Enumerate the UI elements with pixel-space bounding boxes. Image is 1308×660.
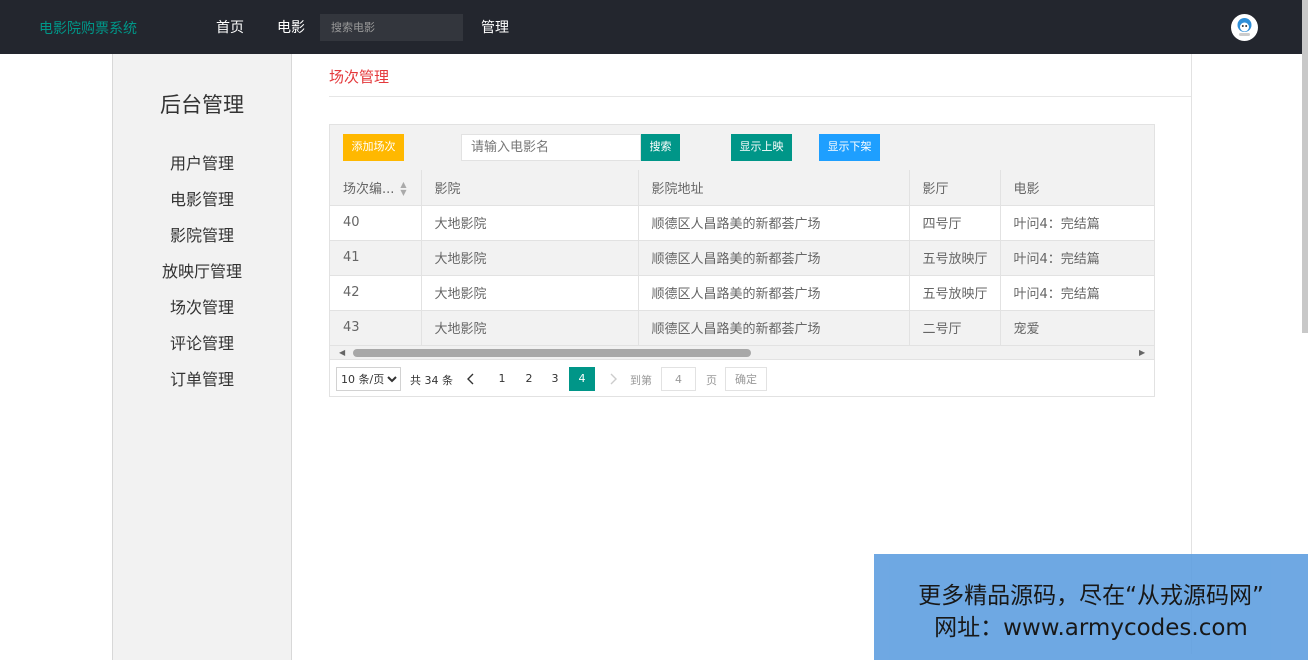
goto-confirm-button[interactable]: 确定: [725, 367, 767, 391]
show-on-screen-button[interactable]: 显示上映: [731, 134, 792, 161]
cell-session-id: 41: [330, 240, 422, 276]
cell-address: 顺德区人昌路美的新都荟广场: [638, 310, 910, 346]
watermark-line-1: 更多精品源码，尽在“从戎源码网”: [918, 583, 1264, 609]
cell-hall: 五号放映厅: [909, 240, 1001, 276]
nav-movies-link[interactable]: 电影: [277, 17, 305, 37]
column-header-cinema: 影院: [421, 170, 639, 206]
avatar-icon: [1231, 14, 1258, 41]
cell-movie: 叶问4：完结篇: [1000, 275, 1154, 311]
page-2-button[interactable]: 2: [516, 367, 542, 391]
cell-cinema: 大地影院: [421, 275, 639, 311]
sidebar-item-halls[interactable]: 放映厅管理: [113, 258, 291, 282]
column-header-session-id[interactable]: 场次编... ▲ ▼: [330, 170, 422, 206]
scroll-right-icon[interactable]: ▶: [1139, 346, 1145, 360]
scrollbar-thumb[interactable]: [353, 349, 751, 357]
goto-suffix: 页: [706, 374, 717, 387]
page-1-button[interactable]: 1: [489, 367, 515, 391]
table-row[interactable]: 41 大地影院 顺德区人昌路美的新都荟广场 五号放映厅 叶问4：完结篇: [330, 240, 1154, 276]
movie-search-input[interactable]: [461, 134, 641, 161]
cell-hall: 四号厅: [909, 205, 1001, 241]
table-row[interactable]: 43 大地影院 顺德区人昌路美的新都荟广场 二号厅 宠爱: [330, 310, 1154, 346]
user-avatar[interactable]: [1231, 14, 1258, 41]
watermark-banner: 更多精品源码，尽在“从戎源码网” 网址：www.armycodes.com: [874, 554, 1308, 660]
nav-search-input[interactable]: [320, 14, 463, 41]
page-4-button[interactable]: 4: [569, 367, 595, 391]
search-button[interactable]: 搜索: [641, 134, 680, 161]
cell-movie: 宠爱: [1000, 310, 1154, 346]
cell-session-id: 40: [330, 205, 422, 241]
sidebar-item-sessions[interactable]: 场次管理: [113, 294, 291, 318]
watermark-line-2: 网址：www.armycodes.com: [934, 615, 1248, 641]
cell-cinema: 大地影院: [421, 310, 639, 346]
show-off-screen-button[interactable]: 显示下架: [819, 134, 880, 161]
top-navbar: 电影院购票系统 首页 电影 管理: [0, 0, 1308, 54]
sidebar-item-movies[interactable]: 电影管理: [113, 186, 291, 210]
column-header-movie: 电影: [1000, 170, 1154, 206]
sidebar-item-orders[interactable]: 订单管理: [113, 366, 291, 390]
cell-address: 顺德区人昌路美的新都荟广场: [638, 275, 910, 311]
admin-sidebar: 后台管理 用户管理 电影管理 影院管理 放映厅管理 场次管理 评论管理 订单管理: [112, 54, 292, 660]
cell-hall: 二号厅: [909, 310, 1001, 346]
table-row[interactable]: 42 大地影院 顺德区人昌路美的新都荟广场 五号放映厅 叶问4：完结篇: [330, 275, 1154, 311]
brand-logo-text[interactable]: 电影院购票系统: [39, 18, 137, 38]
cell-cinema: 大地影院: [421, 205, 639, 241]
title-divider: [329, 96, 1191, 97]
cell-address: 顺德区人昌路美的新都荟广场: [638, 205, 910, 241]
cell-movie: 叶问4：完结篇: [1000, 205, 1154, 241]
cell-session-id: 42: [330, 275, 422, 311]
next-page-icon: [600, 367, 626, 391]
sort-icon[interactable]: ▲ ▼: [400, 181, 406, 197]
nav-admin-link[interactable]: 管理: [481, 17, 509, 37]
cell-cinema: 大地影院: [421, 240, 639, 276]
table-row[interactable]: 40 大地影院 顺德区人昌路美的新都荟广场 四号厅 叶问4：完结篇: [330, 205, 1154, 241]
table-header-row: 场次编... ▲ ▼ 影院 影院地址 影厅 电影: [330, 170, 1154, 206]
sessions-table-panel: 添加场次 搜索 显示上映 显示下架 场次编...▲▼ 影院 影院地址 影厅 电影…: [329, 124, 1155, 397]
nav-home-link[interactable]: 首页: [216, 17, 244, 37]
total-count: 共 34 条: [410, 374, 453, 387]
cell-session-id: 43: [330, 310, 422, 346]
cell-movie: 叶问4：完结篇: [1000, 240, 1154, 276]
page-size-select[interactable]: 10 条/页: [336, 367, 401, 391]
page-title: 场次管理: [329, 68, 390, 86]
window-scrollbar[interactable]: [1302, 0, 1308, 333]
scroll-left-icon[interactable]: ◀: [339, 346, 345, 360]
goto-prefix: 到第: [630, 374, 652, 387]
goto-page-input[interactable]: [661, 367, 696, 391]
sessions-table: 场次编... ▲ ▼ 影院 影院地址 影厅 电影 40 大地影院 顺德区人昌路美的新…: [330, 170, 1154, 346]
column-header-address: 影院地址: [638, 170, 910, 206]
add-session-button[interactable]: 添加场次: [343, 134, 404, 161]
sidebar-item-cinemas[interactable]: 影院管理: [113, 222, 291, 246]
sidebar-item-users[interactable]: 用户管理: [113, 150, 291, 174]
sidebar-item-comments[interactable]: 评论管理: [113, 330, 291, 354]
cell-address: 顺德区人昌路美的新都荟广场: [638, 240, 910, 276]
table-horizontal-scrollbar[interactable]: ◀ ▶: [330, 346, 1154, 360]
pagination: 10 条/页 共 34 条 1 2 3 4 到第 页 确定: [330, 361, 1154, 397]
sidebar-title: 后台管理: [160, 93, 244, 117]
prev-page-icon[interactable]: [458, 367, 484, 391]
cell-hall: 五号放映厅: [909, 275, 1001, 311]
column-header-hall: 影厅: [909, 170, 1001, 206]
table-toolbar: 添加场次 搜索 显示上映 显示下架: [330, 125, 1154, 170]
page-3-button[interactable]: 3: [542, 367, 568, 391]
